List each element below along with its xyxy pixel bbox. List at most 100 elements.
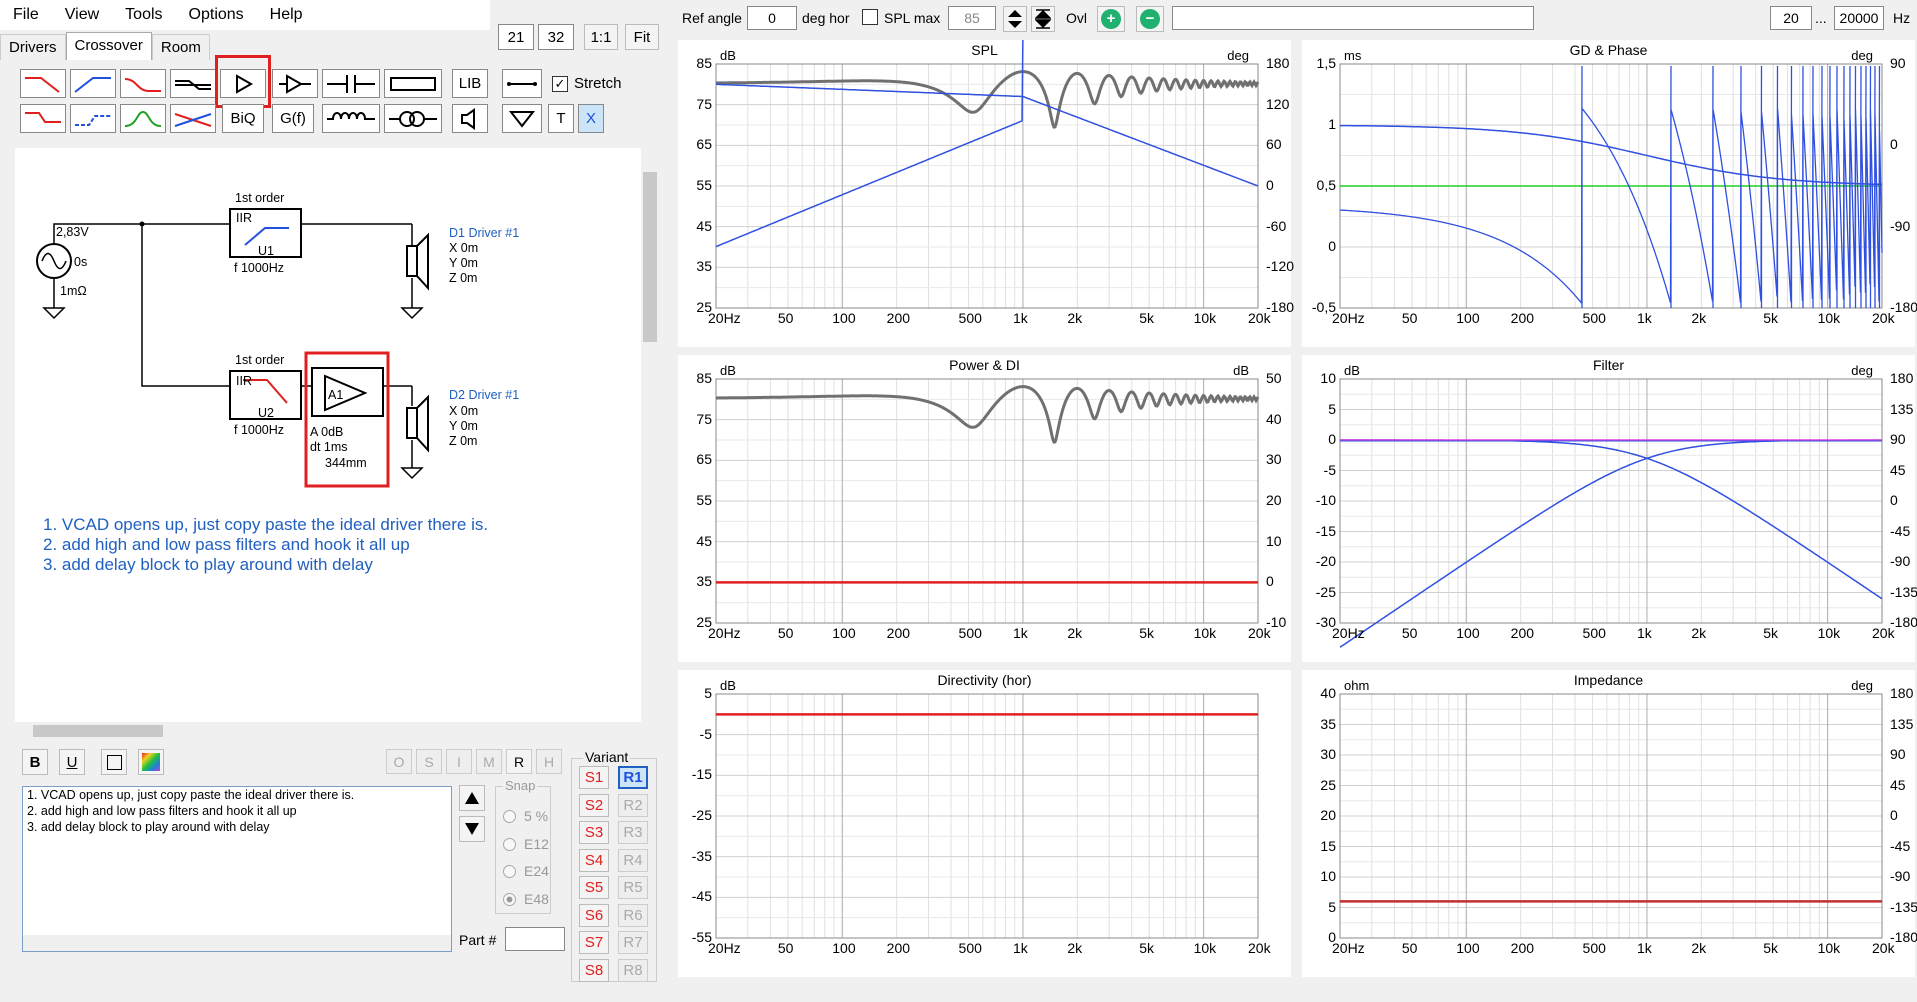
resistor-icon[interactable] <box>384 69 442 98</box>
i-button[interactable]: I <box>446 749 472 774</box>
menu-view[interactable]: View <box>52 0 112 30</box>
y2-tick-label: 60 <box>1266 136 1282 153</box>
spl-reset-button[interactable] <box>1031 6 1055 32</box>
text-tool-button[interactable]: T <box>548 104 574 133</box>
spl-updown-button[interactable] <box>1003 6 1027 32</box>
snap-e24-radio[interactable]: E24 <box>503 863 549 879</box>
zoom-b-field[interactable]: 32 <box>538 24 574 50</box>
chart-plot <box>1339 378 1883 648</box>
shelf-red-icon[interactable] <box>120 69 166 98</box>
color-button[interactable] <box>138 749 164 775</box>
power-di-chart[interactable]: Power & DI dB dB 85 75 65 55 45 35 25 50 40 30 20 1… <box>678 355 1291 662</box>
variant-s5-button[interactable]: S5 <box>579 876 609 899</box>
variant-s8-button[interactable]: S8 <box>579 959 609 982</box>
gd-phase-chart[interactable]: GD & Phase ms deg 1,5 1 0,5 0 -0,5 90 0 -90 -180… <box>1302 40 1917 347</box>
notes-horizontal-scrollbar[interactable] <box>23 935 451 951</box>
snap-5pct-radio[interactable]: 5 % <box>503 808 548 824</box>
schematic-horizontal-scrollbar[interactable] <box>15 722 641 740</box>
wire-icon[interactable] <box>502 69 542 98</box>
variant-s2-button[interactable]: S2 <box>579 794 609 817</box>
lib-button[interactable]: LIB <box>452 69 488 98</box>
spl-chart[interactable]: SPL dB deg 85 75 65 55 45 35 25 180 120 60 0 -60 -12… <box>678 40 1294 347</box>
zoom-ratio-button[interactable]: 1:1 <box>584 24 618 50</box>
variant-r1-button[interactable]: R1 <box>618 766 648 789</box>
schematic-vertical-scrollbar[interactable] <box>641 148 659 722</box>
s-button[interactable]: S <box>416 749 442 774</box>
snap-e48-radio[interactable]: E48 <box>503 891 549 907</box>
ground-icon[interactable] <box>502 104 542 133</box>
r-button[interactable]: R <box>506 749 532 774</box>
biq-button[interactable]: BiQ <box>222 104 264 133</box>
menu-tools[interactable]: Tools <box>112 0 175 30</box>
schematic-canvas[interactable]: 2,83V 0s 1mΩ 1st order IIR U1 f 1000Hz 1… <box>15 148 641 722</box>
allpass-cross-icon[interactable] <box>170 104 216 133</box>
variant-s1-button[interactable]: S1 <box>579 766 609 789</box>
snap-e12-radio[interactable]: E12 <box>503 836 549 852</box>
m-button[interactable]: M <box>476 749 502 774</box>
menu-file[interactable]: File <box>0 0 52 30</box>
variant-r2-button[interactable]: R2 <box>618 794 648 817</box>
ovl-add-button[interactable]: + <box>1097 6 1125 32</box>
variant-r6-button[interactable]: R6 <box>618 904 648 927</box>
scroll-thumb[interactable] <box>643 172 657 342</box>
notch-icon[interactable] <box>170 69 216 98</box>
tab-room[interactable]: Room <box>151 34 210 60</box>
menu-help[interactable]: Help <box>257 0 316 30</box>
variant-s7-button[interactable]: S7 <box>579 931 609 954</box>
buffer-icon[interactable] <box>272 69 318 98</box>
x-tick-label: 50 <box>1401 310 1418 326</box>
variant-r7-button[interactable]: R7 <box>618 931 648 954</box>
freq-min-input[interactable]: 20 <box>1770 6 1812 30</box>
inductor-icon[interactable] <box>322 104 380 133</box>
variant-s3-button[interactable]: S3 <box>579 821 609 844</box>
chart-title: GD & Phase <box>1569 42 1648 58</box>
bold-button[interactable]: B <box>22 749 48 775</box>
y2-tick-label: 180 <box>1890 685 1914 701</box>
speaker-icon[interactable] <box>452 104 488 133</box>
lowpass-blue-icon[interactable] <box>70 69 116 98</box>
variant-r8-button[interactable]: R8 <box>618 959 648 982</box>
y2-tick-label: 45 <box>1890 776 1906 793</box>
overlay-name-input[interactable] <box>1172 6 1534 30</box>
underline-button[interactable]: U <box>59 749 85 775</box>
tab-drivers[interactable]: Drivers <box>0 34 66 60</box>
variant-s6-button[interactable]: S6 <box>579 904 609 927</box>
variant-r5-button[interactable]: R5 <box>618 876 648 899</box>
stretch-checkbox[interactable]: ✓ <box>552 76 568 92</box>
x-tick-label: 10k <box>1817 940 1841 956</box>
y-tick-label: 65 <box>696 451 712 468</box>
tab-crossover[interactable]: Crossover <box>65 32 152 60</box>
highpass-red-icon[interactable] <box>20 69 66 98</box>
frame-button[interactable] <box>101 749 127 775</box>
zoom-fit-button[interactable]: Fit <box>625 24 659 50</box>
variant-r4-button[interactable]: R4 <box>618 849 648 872</box>
move-up-button[interactable] <box>459 785 485 811</box>
x-tick-label: 100 <box>1456 940 1480 956</box>
zoom-a-field[interactable]: 21 <box>498 24 534 50</box>
lowpass-blue-2-icon[interactable] <box>70 104 116 133</box>
part-number-input[interactable] <box>505 927 565 951</box>
freq-max-input[interactable]: 20000 <box>1834 6 1884 30</box>
spl-max-checkbox[interactable] <box>862 9 878 25</box>
directivity-chart[interactable]: Directivity (hor) dB 5 -5 -15 -25 -35 -45 -55 2… <box>678 670 1291 977</box>
gf-button[interactable]: G(f) <box>272 104 314 133</box>
o-button[interactable]: O <box>386 749 412 774</box>
amplifier-icon[interactable] <box>220 69 266 98</box>
spl-max-input[interactable]: 85 <box>948 6 996 30</box>
filter-chart[interactable]: Filter dB deg 10 5 0 -5 -10 -15 -20 -25 -30 180 13… <box>1302 355 1917 662</box>
ref-angle-input[interactable]: 0 <box>747 6 797 30</box>
notes-textarea[interactable]: 1. VCAD opens up, just copy paste the id… <box>22 786 452 952</box>
variant-r3-button[interactable]: R3 <box>618 821 648 844</box>
capacitor-icon[interactable] <box>322 69 380 98</box>
scroll-thumb[interactable] <box>33 725 163 737</box>
h-button[interactable]: H <box>536 749 562 774</box>
transformer-icon[interactable] <box>384 104 442 133</box>
highpass-red-2-icon[interactable] <box>20 104 66 133</box>
ovl-remove-button[interactable]: − <box>1136 6 1164 32</box>
move-down-button[interactable] <box>459 816 485 842</box>
bandpass-green-icon[interactable] <box>120 104 166 133</box>
x-tool-button[interactable]: X <box>578 104 604 133</box>
impedance-chart[interactable]: Impedance ohm deg 40 35 30 25 20 15 10 5 0 180 135… <box>1302 670 1917 977</box>
variant-s4-button[interactable]: S4 <box>579 849 609 872</box>
menu-options[interactable]: Options <box>176 0 257 30</box>
